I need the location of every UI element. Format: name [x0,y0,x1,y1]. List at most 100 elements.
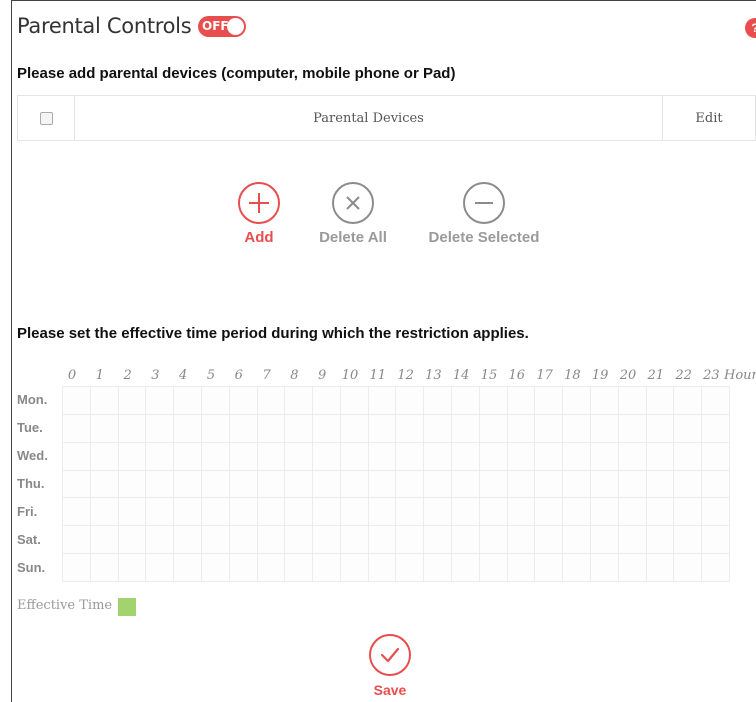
schedule-cell[interactable] [257,498,286,527]
schedule-cell[interactable] [563,554,592,582]
schedule-cell[interactable] [174,470,202,499]
schedule-cell[interactable] [507,387,536,415]
schedule-cell[interactable] [63,442,91,471]
schedule-cell[interactable] [674,554,703,582]
schedule-cell[interactable] [452,554,480,582]
schedule-cell[interactable] [563,414,592,443]
schedule-cell[interactable] [285,526,314,555]
schedule-cell[interactable] [535,442,564,471]
schedule-cell[interactable] [90,442,119,471]
schedule-grid[interactable] [62,386,730,582]
schedule-cell[interactable] [146,470,175,499]
schedule-cell[interactable] [118,442,147,471]
schedule-cell[interactable] [118,414,147,443]
schedule-cell[interactable] [257,554,286,582]
schedule-cell[interactable] [563,498,592,527]
schedule-cell[interactable] [285,442,314,471]
schedule-cell[interactable] [618,387,647,415]
schedule-cell[interactable] [591,526,619,555]
schedule-cell[interactable] [479,470,508,499]
schedule-cell[interactable] [452,414,480,443]
schedule-cell[interactable] [479,387,508,415]
schedule-cell[interactable] [563,526,592,555]
schedule-cell[interactable] [674,526,703,555]
schedule-cell[interactable] [563,442,592,471]
schedule-cell[interactable] [63,498,91,527]
schedule-cell[interactable] [618,442,647,471]
schedule-cell[interactable] [340,554,369,582]
schedule-cell[interactable] [174,526,202,555]
schedule-cell[interactable] [368,554,397,582]
schedule-cell[interactable] [618,498,647,527]
schedule-cell[interactable] [118,387,147,415]
schedule-cell[interactable] [424,442,453,471]
schedule-cell[interactable] [424,498,453,527]
schedule-cell[interactable] [535,414,564,443]
schedule-cell[interactable] [257,442,286,471]
schedule-cell[interactable] [340,442,369,471]
schedule-cell[interactable] [646,442,675,471]
schedule-cell[interactable] [424,414,453,443]
schedule-cell[interactable] [646,526,675,555]
schedule-cell[interactable] [174,387,202,415]
schedule-cell[interactable] [201,442,230,471]
schedule-cell[interactable] [452,526,480,555]
save-button[interactable]: Save [360,634,420,698]
schedule-cell[interactable] [507,526,536,555]
schedule-cell[interactable] [63,470,91,499]
parental-controls-toggle[interactable]: OFF [198,16,246,37]
schedule-cell[interactable] [63,554,91,582]
schedule-cell[interactable] [396,470,425,499]
schedule-cell[interactable] [201,414,230,443]
delete-selected-button[interactable]: Delete Selected [420,182,548,246]
schedule-cell[interactable] [618,470,647,499]
schedule-cell[interactable] [591,498,619,527]
schedule-cell[interactable] [63,387,91,415]
schedule-cell[interactable] [146,498,175,527]
schedule-cell[interactable] [702,414,730,443]
schedule-cell[interactable] [368,387,397,415]
schedule-cell[interactable] [702,387,730,415]
schedule-cell[interactable] [257,387,286,415]
schedule-cell[interactable] [702,526,730,555]
schedule-cell[interactable] [479,526,508,555]
schedule-cell[interactable] [702,498,730,527]
schedule-cell[interactable] [479,498,508,527]
schedule-cell[interactable] [702,554,730,582]
schedule-cell[interactable] [396,526,425,555]
schedule-cell[interactable] [618,526,647,555]
schedule-cell[interactable] [396,442,425,471]
schedule-cell[interactable] [285,414,314,443]
schedule-cell[interactable] [229,414,258,443]
schedule-cell[interactable] [229,442,258,471]
schedule-cell[interactable] [174,414,202,443]
schedule-cell[interactable] [507,554,536,582]
schedule-cell[interactable] [146,442,175,471]
schedule-cell[interactable] [591,387,619,415]
schedule-cell[interactable] [646,498,675,527]
schedule-cell[interactable] [257,414,286,443]
schedule-cell[interactable] [146,387,175,415]
schedule-cell[interactable] [313,414,341,443]
schedule-cell[interactable] [702,470,730,499]
schedule-cell[interactable] [591,554,619,582]
schedule-cell[interactable] [396,554,425,582]
schedule-cell[interactable] [479,442,508,471]
add-button[interactable]: Add [229,182,289,246]
schedule-cell[interactable] [285,470,314,499]
schedule-cell[interactable] [452,470,480,499]
schedule-cell[interactable] [229,387,258,415]
schedule-cell[interactable] [368,442,397,471]
schedule-cell[interactable] [146,554,175,582]
schedule-cell[interactable] [591,414,619,443]
schedule-cell[interactable] [313,554,341,582]
schedule-cell[interactable] [424,554,453,582]
schedule-cell[interactable] [118,526,147,555]
schedule-cell[interactable] [535,526,564,555]
schedule-cell[interactable] [63,526,91,555]
schedule-cell[interactable] [174,498,202,527]
schedule-cell[interactable] [90,470,119,499]
schedule-cell[interactable] [507,414,536,443]
schedule-cell[interactable] [229,526,258,555]
schedule-cell[interactable] [591,442,619,471]
